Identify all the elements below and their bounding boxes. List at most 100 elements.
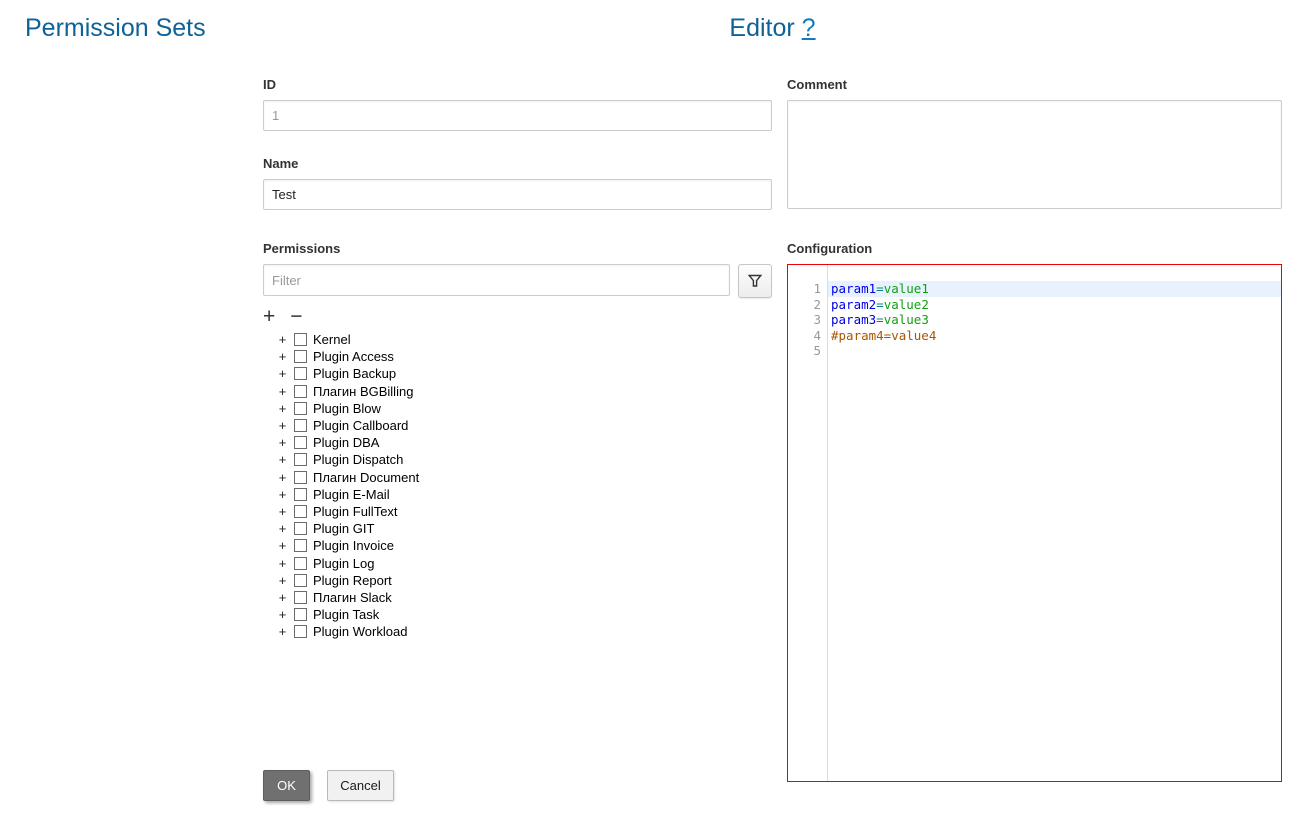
tree-expander[interactable]: + bbox=[278, 539, 287, 552]
tree-row: + Plugin DBA bbox=[263, 434, 772, 451]
tree-item-label: Plugin Callboard bbox=[313, 418, 408, 433]
filter-button[interactable] bbox=[738, 264, 772, 298]
tree-expander[interactable]: + bbox=[278, 453, 287, 466]
tree-row: + Kernel bbox=[263, 331, 772, 348]
tree-checkbox[interactable] bbox=[294, 419, 307, 432]
tree-expander[interactable]: + bbox=[278, 608, 287, 621]
tree-row: + Плагин Slack bbox=[263, 589, 772, 606]
tree-expander[interactable]: + bbox=[278, 350, 287, 363]
tree-row: + Plugin Task bbox=[263, 606, 772, 623]
tree-expander[interactable]: + bbox=[278, 591, 287, 604]
tree-checkbox[interactable] bbox=[294, 367, 307, 380]
tree-checkbox[interactable] bbox=[294, 385, 307, 398]
tree-expand-controls: + − bbox=[263, 306, 772, 328]
tree-expander[interactable]: + bbox=[278, 522, 287, 535]
tree-row: + Плагин Document bbox=[263, 469, 772, 486]
tree-row: + Plugin Workload bbox=[263, 623, 772, 640]
tree-checkbox[interactable] bbox=[294, 471, 307, 484]
tree-item-label: Kernel bbox=[313, 332, 351, 347]
tree-row: + Plugin E-Mail bbox=[263, 486, 772, 503]
tree-checkbox[interactable] bbox=[294, 557, 307, 570]
tree-checkbox[interactable] bbox=[294, 436, 307, 449]
code-line: 2 param2=value2 bbox=[788, 297, 1281, 313]
tree-item-label: Плагин Slack bbox=[313, 590, 392, 605]
line-code: param3=value3 bbox=[828, 312, 1281, 328]
tree-item-label: Plugin Report bbox=[313, 573, 392, 588]
name-label: Name bbox=[263, 156, 772, 171]
tree-item-label: Plugin Access bbox=[313, 349, 394, 364]
tree-expander[interactable]: + bbox=[278, 505, 287, 518]
line-code bbox=[828, 343, 1281, 359]
tree-checkbox[interactable] bbox=[294, 453, 307, 466]
permissions-tree: + Kernel + Plugin Access + Plugin Backup… bbox=[263, 331, 772, 640]
tree-row: + Plugin Backup bbox=[263, 365, 772, 382]
code-line: 3 param3=value3 bbox=[788, 312, 1281, 328]
tree-expander[interactable]: + bbox=[278, 385, 287, 398]
tree-row: + Plugin FullText bbox=[263, 503, 772, 520]
tree-expander[interactable]: + bbox=[278, 402, 287, 415]
editor-form-left-column: ID Name Permissions + − + Kernel + Plugi… bbox=[263, 77, 772, 640]
tree-row: + Плагин BGBilling bbox=[263, 383, 772, 400]
cancel-button[interactable]: Cancel bbox=[327, 770, 394, 801]
tree-item-label: Plugin FullText bbox=[313, 504, 398, 519]
tree-row: + Plugin Callboard bbox=[263, 417, 772, 434]
tree-checkbox[interactable] bbox=[294, 488, 307, 501]
configuration-code-editor[interactable]: 1 param1=value1 2 param2=value2 3 param3… bbox=[787, 264, 1282, 782]
permissions-filter-row bbox=[263, 264, 772, 298]
editor-title: Editor ? bbox=[263, 14, 1282, 43]
code-line: 5 bbox=[788, 343, 1281, 359]
tree-checkbox[interactable] bbox=[294, 522, 307, 535]
tree-row: + Plugin GIT bbox=[263, 520, 772, 537]
tree-item-label: Plugin Log bbox=[313, 556, 374, 571]
id-field[interactable] bbox=[263, 100, 772, 131]
filter-input[interactable] bbox=[263, 264, 730, 296]
name-field[interactable] bbox=[263, 179, 772, 210]
expand-all-button[interactable]: + bbox=[263, 307, 275, 327]
funnel-icon bbox=[747, 273, 763, 289]
tree-checkbox[interactable] bbox=[294, 402, 307, 415]
tree-item-label: Plugin Task bbox=[313, 607, 379, 622]
code-lines: 1 param1=value1 2 param2=value2 3 param3… bbox=[788, 265, 1281, 359]
tree-checkbox[interactable] bbox=[294, 539, 307, 552]
comment-label: Comment bbox=[787, 77, 1282, 92]
tree-item-label: Плагин Document bbox=[313, 470, 419, 485]
comment-field[interactable] bbox=[787, 100, 1282, 209]
tree-expander[interactable]: + bbox=[278, 419, 287, 432]
tree-checkbox[interactable] bbox=[294, 333, 307, 346]
line-code: #param4=value4 bbox=[828, 328, 1281, 344]
tree-checkbox[interactable] bbox=[294, 608, 307, 621]
tree-checkbox[interactable] bbox=[294, 505, 307, 518]
line-code: param1=value1 bbox=[828, 281, 1281, 297]
line-number: 2 bbox=[788, 297, 828, 313]
line-number: 5 bbox=[788, 343, 828, 359]
tree-item-label: Plugin E-Mail bbox=[313, 487, 390, 502]
editor-form-right-column: Comment Configuration 1 param1=value1 2 … bbox=[787, 77, 1282, 782]
tree-row: + Plugin Invoice bbox=[263, 537, 772, 554]
tree-row: + Plugin Dispatch bbox=[263, 451, 772, 468]
tree-row: + Plugin Access bbox=[263, 348, 772, 365]
tree-checkbox[interactable] bbox=[294, 591, 307, 604]
tree-expander[interactable]: + bbox=[278, 557, 287, 570]
tree-item-label: Plugin Blow bbox=[313, 401, 381, 416]
tree-checkbox[interactable] bbox=[294, 625, 307, 638]
tree-checkbox[interactable] bbox=[294, 350, 307, 363]
tree-item-label: Plugin GIT bbox=[313, 521, 374, 536]
tree-item-label: Plugin Invoice bbox=[313, 538, 394, 553]
tree-item-label: Plugin DBA bbox=[313, 435, 379, 450]
tree-item-label: Plugin Workload bbox=[313, 624, 407, 639]
tree-expander[interactable]: + bbox=[278, 574, 287, 587]
help-link[interactable]: ? bbox=[802, 14, 816, 42]
tree-expander[interactable]: + bbox=[278, 471, 287, 484]
line-code: param2=value2 bbox=[828, 297, 1281, 313]
configuration-label: Configuration bbox=[787, 241, 1282, 256]
tree-expander[interactable]: + bbox=[278, 488, 287, 501]
tree-expander[interactable]: + bbox=[278, 625, 287, 638]
line-number: 3 bbox=[788, 312, 828, 328]
code-line: 4 #param4=value4 bbox=[788, 328, 1281, 344]
collapse-all-button[interactable]: − bbox=[290, 307, 302, 327]
tree-checkbox[interactable] bbox=[294, 574, 307, 587]
tree-expander[interactable]: + bbox=[278, 333, 287, 346]
tree-expander[interactable]: + bbox=[278, 367, 287, 380]
ok-button[interactable]: OK bbox=[263, 770, 310, 801]
tree-expander[interactable]: + bbox=[278, 436, 287, 449]
